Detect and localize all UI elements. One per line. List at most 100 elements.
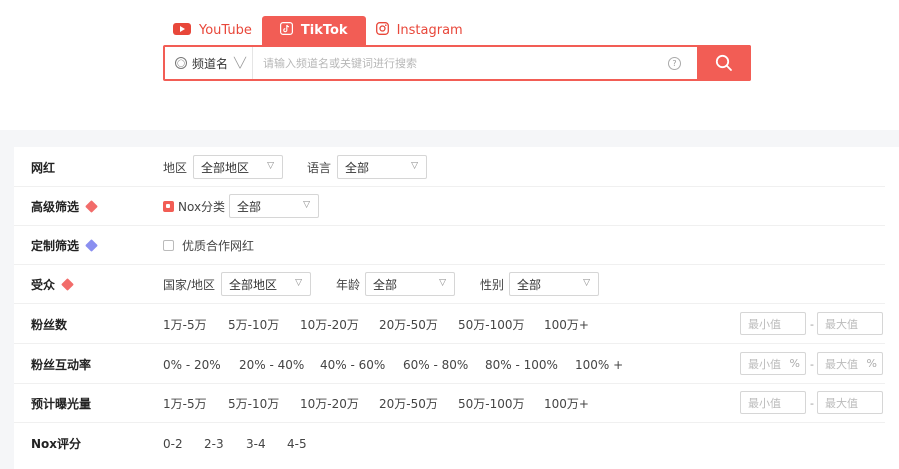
followers-option[interactable]: 100万+	[544, 305, 589, 344]
search-input[interactable]	[253, 47, 668, 79]
chevron-down-icon: ▽	[295, 278, 302, 288]
nox-category: Nox分类	[163, 187, 225, 226]
quality-partner-checkbox[interactable]: 优质合作网红	[163, 226, 254, 265]
tab-tiktok[interactable]: TikTok	[261, 16, 366, 45]
checkbox[interactable]	[163, 240, 174, 251]
range-dash: -	[810, 358, 814, 371]
followers-option[interactable]: 10万-20万	[300, 305, 359, 344]
region-value: 全部地区	[201, 160, 250, 175]
engagement-option[interactable]: 40% - 60%	[320, 345, 385, 384]
chevron-down-icon: ▽	[439, 278, 446, 288]
language-value: 全部	[345, 160, 370, 175]
search-type-select[interactable]: ◯ 频道名 ╲╱	[165, 47, 253, 79]
views-option[interactable]: 5万-10万	[228, 384, 279, 423]
nox-category-value: 全部	[237, 199, 262, 214]
views-max-input[interactable]: 最大值	[817, 391, 883, 414]
nox-score-option[interactable]: 0-2	[163, 424, 183, 463]
engagement-option[interactable]: 80% - 100%	[485, 345, 558, 384]
engagement-min-input[interactable]: 最小值 %	[740, 352, 806, 375]
engagement-option[interactable]: 100% +	[575, 345, 623, 384]
row-label: 粉丝数	[31, 318, 68, 332]
age-label: 年龄	[336, 278, 361, 292]
language-select[interactable]: 全部 ▽	[337, 155, 427, 179]
diamond-icon	[61, 278, 74, 291]
chevron-down-icon: ▽	[583, 278, 590, 288]
followers-option[interactable]: 5万-10万	[228, 305, 279, 344]
help-icon[interactable]: ?	[668, 57, 681, 70]
nox-category-select[interactable]: 全部 ▽	[229, 194, 319, 218]
filter-panel: 网红 地区 全部地区 ▽ 语言 全部 ▽ 高级筛选 Nox分类 全部 ▽ 定制筛…	[14, 147, 899, 469]
row-label-wrap: 定制筛选	[31, 226, 98, 265]
row-label-wrap: 高级筛选	[31, 187, 98, 226]
language-label: 语言	[307, 161, 332, 175]
nox-score-option[interactable]: 4-5	[287, 424, 307, 463]
engagement-max-input[interactable]: 最大值 %	[817, 352, 883, 375]
views-option[interactable]: 20万-50万	[379, 384, 438, 423]
gender-value: 全部	[517, 277, 542, 292]
nox-category-label: Nox分类	[178, 200, 226, 214]
tab-label: TikTok	[300, 23, 348, 38]
search-type-label: 频道名	[192, 56, 229, 71]
chevron-down-icon: ╲╱	[234, 57, 247, 69]
platform-tabs: YouTube TikTok Instagram	[163, 16, 473, 45]
country-select[interactable]: 全部地区 ▽	[221, 272, 311, 296]
engagement-option[interactable]: 20% - 40%	[239, 345, 304, 384]
search-icon	[715, 54, 732, 71]
diamond-icon	[85, 200, 98, 213]
country-label: 国家/地区	[163, 278, 216, 292]
search-header: YouTube TikTok Instagram ◯ 频道名 ╲╱ ?	[0, 0, 899, 130]
engagement-option[interactable]: 0% - 20%	[163, 345, 221, 384]
row-label: Nox评分	[31, 437, 82, 451]
chevron-down-icon: ▽	[303, 200, 310, 210]
age-value: 全部	[373, 277, 398, 292]
range-dash: -	[810, 397, 814, 410]
filter-row-influencer: 网红 地区 全部地区 ▽ 语言 全部 ▽	[14, 148, 885, 187]
percent-unit: %	[789, 357, 800, 370]
search-bar: ◯ 频道名 ╲╱ ?	[163, 45, 751, 81]
views-option[interactable]: 10万-20万	[300, 384, 359, 423]
row-label: 受众	[31, 278, 56, 292]
max-placeholder: 最大值	[825, 357, 858, 371]
followers-min-input[interactable]: 最小值	[740, 312, 806, 335]
row-label: 定制筛选	[31, 239, 80, 253]
chevron-down-icon: ▽	[411, 161, 418, 171]
country-value: 全部地区	[229, 277, 278, 292]
tiktok-icon	[279, 22, 293, 39]
range-dash: -	[810, 318, 814, 331]
tab-instagram[interactable]: Instagram	[366, 16, 473, 45]
filter-row-advanced: 高级筛选 Nox分类 全部 ▽	[14, 187, 885, 226]
region-select[interactable]: 全部地区 ▽	[193, 155, 283, 179]
row-label: 粉丝互动率	[31, 358, 92, 372]
youtube-icon	[173, 22, 191, 39]
gender-select[interactable]: 全部 ▽	[509, 272, 599, 296]
tab-youtube[interactable]: YouTube	[163, 16, 262, 45]
row-label-wrap: 受众	[31, 265, 74, 304]
views-min-input[interactable]: 最小值	[740, 391, 806, 414]
instagram-icon	[375, 22, 389, 39]
views-option[interactable]: 1万-5万	[163, 384, 207, 423]
nox-score-option[interactable]: 2-3	[204, 424, 224, 463]
filter-row-followers: 粉丝数 1万-5万 5万-10万 10万-20万 20万-50万 50万-100…	[14, 305, 885, 344]
region-label: 地区	[163, 161, 188, 175]
filter-row-nox-score: Nox评分 0-2 2-3 3-4 4-5	[14, 424, 885, 463]
tab-label: Instagram	[396, 23, 463, 38]
percent-unit: %	[866, 357, 877, 370]
followers-option[interactable]: 1万-5万	[163, 305, 207, 344]
followers-option[interactable]: 20万-50万	[379, 305, 438, 344]
nox-score-option[interactable]: 3-4	[246, 424, 266, 463]
row-label: 网红	[31, 161, 56, 175]
tab-label: YouTube	[199, 23, 252, 38]
user-icon: ◯	[175, 57, 187, 69]
age-select[interactable]: 全部 ▽	[365, 272, 455, 296]
engagement-option[interactable]: 60% - 80%	[403, 345, 468, 384]
filter-row-views: 预计曝光量 1万-5万 5万-10万 10万-20万 20万-50万 50万-1…	[14, 384, 885, 423]
views-option[interactable]: 50万-100万	[458, 384, 525, 423]
row-label: 预计曝光量	[31, 397, 92, 411]
views-option[interactable]: 100万+	[544, 384, 589, 423]
nox-logo-icon	[163, 201, 174, 212]
row-label: 高级筛选	[31, 200, 80, 214]
followers-max-input[interactable]: 最大值	[817, 312, 883, 335]
filter-row-engagement: 粉丝互动率 0% - 20% 20% - 40% 40% - 60% 60% -…	[14, 345, 885, 384]
search-button[interactable]	[697, 45, 751, 81]
followers-option[interactable]: 50万-100万	[458, 305, 525, 344]
